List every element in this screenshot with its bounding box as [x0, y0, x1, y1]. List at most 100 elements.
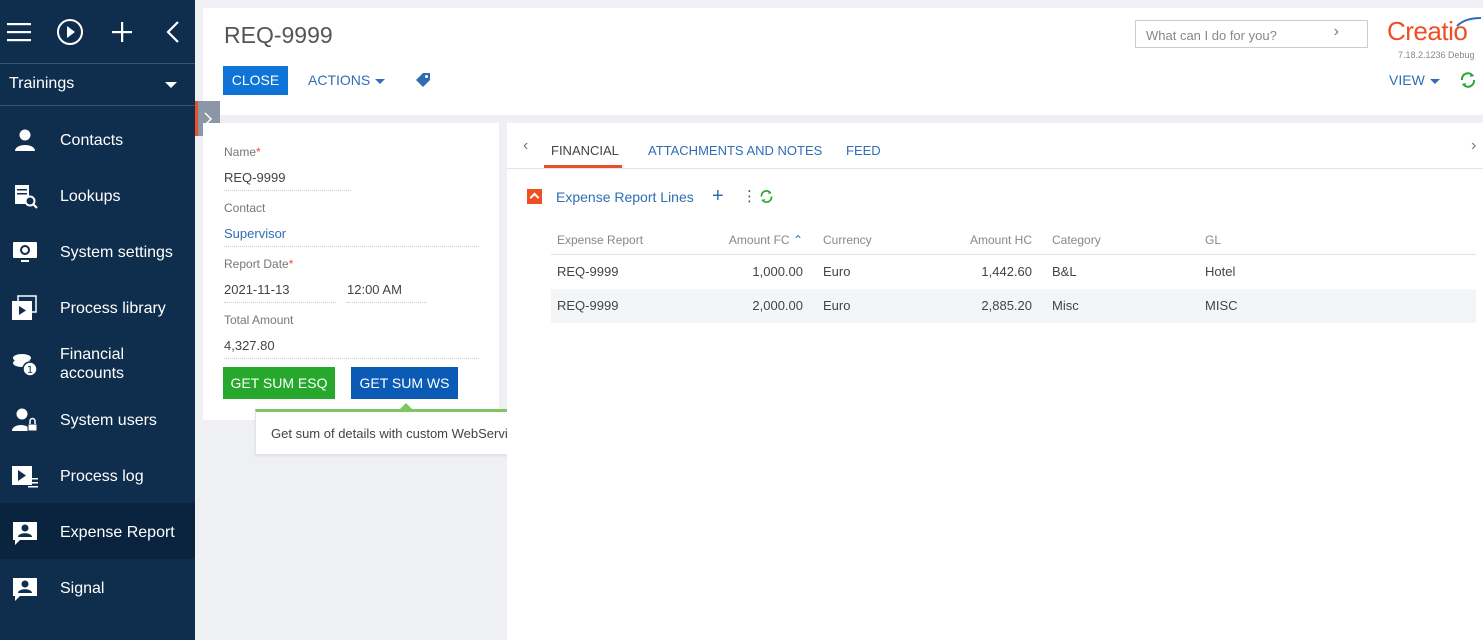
column-header-currency[interactable]: Currency: [823, 233, 872, 247]
lookup-icon: [15, 185, 38, 209]
column-header-category[interactable]: Category: [1052, 233, 1101, 247]
view-label: VIEW: [1389, 72, 1425, 88]
active-tab-indicator: [544, 165, 622, 168]
table-row[interactable]: REQ-9999 2,000.00 Euro 2,885.20 Misc MIS…: [551, 289, 1476, 323]
cell-category: B&L: [1052, 264, 1077, 279]
total-amount-label: Total Amount: [224, 313, 294, 327]
chevron-right-icon[interactable]: ›: [1471, 137, 1476, 155]
cell-category: Misc: [1052, 298, 1079, 313]
amount-fc-label: Amount FC: [728, 233, 790, 247]
cell-amount-hc: 2,885.20: [981, 298, 1032, 313]
sidebar-item-signal[interactable]: Signal: [0, 559, 195, 615]
sidebar-item-label: Process library: [60, 300, 166, 317]
tag-icon[interactable]: [415, 72, 431, 88]
total-amount-field[interactable]: 4,327.80: [224, 338, 479, 359]
sidebar-item-label: System users: [60, 412, 157, 429]
grid-header: Expense Report Amount FC ⌃ Currency Amou…: [551, 225, 1476, 255]
report-date-label: Report Date*: [224, 257, 293, 271]
close-button[interactable]: CLOSE: [223, 66, 288, 95]
cell-amount-fc: 1,000.00: [752, 264, 803, 279]
cell-expense-report: REQ-9999: [557, 298, 619, 313]
required-marker: *: [256, 145, 261, 159]
expense-lines-grid: Expense Report Amount FC ⌃ Currency Amou…: [551, 225, 1476, 323]
play-icon[interactable]: [55, 17, 85, 47]
tab-feed[interactable]: FEED: [846, 143, 881, 158]
name-label: Name*: [224, 145, 261, 159]
get-sum-esq-button[interactable]: GET SUM ESQ: [223, 367, 335, 399]
sidebar-item-label: Expense Report: [60, 524, 175, 541]
sidebar-item-process-library[interactable]: Process library: [0, 279, 195, 335]
search-placeholder: What can I do for you?: [1146, 28, 1277, 43]
cell-expense-report: REQ-9999: [557, 264, 619, 279]
chevron-down-icon: [375, 78, 386, 84]
sidebar-item-label: Signal: [60, 580, 105, 597]
cell-currency: Euro: [823, 298, 851, 313]
sidebar-item-expense-report[interactable]: Expense Report: [0, 503, 195, 559]
more-options-icon[interactable]: ⋮: [742, 187, 757, 205]
report-date-label-text: Report Date: [224, 257, 289, 271]
page-header: REQ-9999 CLOSE ACTIONS What can I do for…: [203, 8, 1483, 115]
refresh-icon[interactable]: [759, 189, 774, 204]
get-sum-ws-button[interactable]: GET SUM WS: [351, 367, 458, 399]
sidebar-item-label: Lookups: [60, 188, 121, 205]
add-icon[interactable]: +: [712, 185, 724, 208]
sidebar-item-label: Financial accounts: [60, 346, 125, 382]
page-title: REQ-9999: [224, 22, 333, 48]
contact-icon: [15, 129, 35, 151]
column-header-amount-fc[interactable]: Amount FC ⌃: [701, 233, 803, 247]
column-header-expense-report[interactable]: Expense Report: [557, 233, 643, 247]
card-icon: [13, 578, 37, 601]
hamburger-menu-icon[interactable]: [5, 17, 35, 47]
chevron-left-icon[interactable]: ‹: [523, 137, 528, 155]
name-field[interactable]: REQ-9999: [224, 170, 351, 191]
tabs-panel: ‹ FINANCIAL ATTACHMENTS AND NOTES FEED ›…: [507, 123, 1483, 640]
cell-amount-fc: 2,000.00: [752, 298, 803, 313]
add-icon[interactable]: [107, 17, 137, 47]
sidebar-item-process-log[interactable]: Process log: [0, 447, 195, 503]
sidebar-toolbar: [0, 0, 195, 64]
record-form: Name* REQ-9999 Contact Supervisor Report…: [203, 123, 499, 420]
cell-amount-hc: 1,442.60: [981, 264, 1032, 279]
sidebar-item-lookups[interactable]: Lookups: [0, 167, 195, 223]
tooltip-arrow: [399, 403, 413, 410]
process-library-icon: [12, 295, 37, 320]
chevron-down-icon: [1429, 78, 1440, 84]
name-label-text: Name: [224, 145, 257, 159]
time-field[interactable]: 12:00 AM: [347, 282, 427, 303]
sidebar-item-financial-accounts[interactable]: 1 Financial accounts: [0, 335, 195, 391]
sidebar-item-system-users[interactable]: System users: [0, 391, 195, 447]
contact-label: Contact: [224, 201, 266, 215]
view-button[interactable]: VIEW: [1389, 72, 1440, 88]
coins-icon: 1: [13, 354, 38, 377]
sidebar-item-system-settings[interactable]: System settings: [0, 223, 195, 279]
version-label: 7.18.2.1236 Debug: [1398, 50, 1475, 60]
column-header-amount-hc[interactable]: Amount HC: [931, 233, 1032, 247]
detail-collapse-button[interactable]: [527, 189, 542, 204]
sidebar-item-label: Contacts: [60, 132, 124, 149]
user-lock-icon: [12, 408, 38, 432]
tab-bar: ‹ FINANCIAL ATTACHMENTS AND NOTES FEED ›: [507, 123, 1483, 169]
actions-label: ACTIONS: [308, 72, 371, 88]
card-icon: [13, 522, 37, 545]
required-marker: *: [288, 257, 294, 271]
chevron-down-icon: [165, 82, 177, 88]
date-field[interactable]: 2021-11-13: [224, 282, 336, 303]
column-header-gl[interactable]: GL: [1205, 233, 1221, 247]
sort-ascending-icon: ⌃: [792, 233, 803, 247]
chevron-right-icon[interactable]: ›: [1334, 23, 1339, 41]
sidebar-item-contacts[interactable]: Contacts: [0, 111, 195, 167]
accent-bar: [195, 101, 198, 136]
detail-title[interactable]: Expense Report Lines: [556, 189, 694, 205]
sidebar: Trainings Contacts Lookups System settin…: [0, 0, 195, 640]
command-search-input[interactable]: What can I do for you? ›: [1135, 20, 1368, 48]
actions-button[interactable]: ACTIONS: [308, 72, 386, 88]
contact-field[interactable]: Supervisor: [224, 226, 479, 247]
workspace-selector[interactable]: Trainings: [0, 64, 195, 106]
refresh-icon[interactable]: [1459, 71, 1477, 89]
tab-financial[interactable]: FINANCIAL: [551, 143, 619, 158]
collapse-left-icon[interactable]: [159, 17, 189, 47]
table-row[interactable]: REQ-9999 1,000.00 Euro 1,442.60 B&L Hote…: [551, 255, 1476, 289]
cell-currency: Euro: [823, 264, 851, 279]
svg-text:1: 1: [27, 365, 33, 376]
tab-attachments-and-notes[interactable]: ATTACHMENTS AND NOTES: [648, 143, 822, 158]
